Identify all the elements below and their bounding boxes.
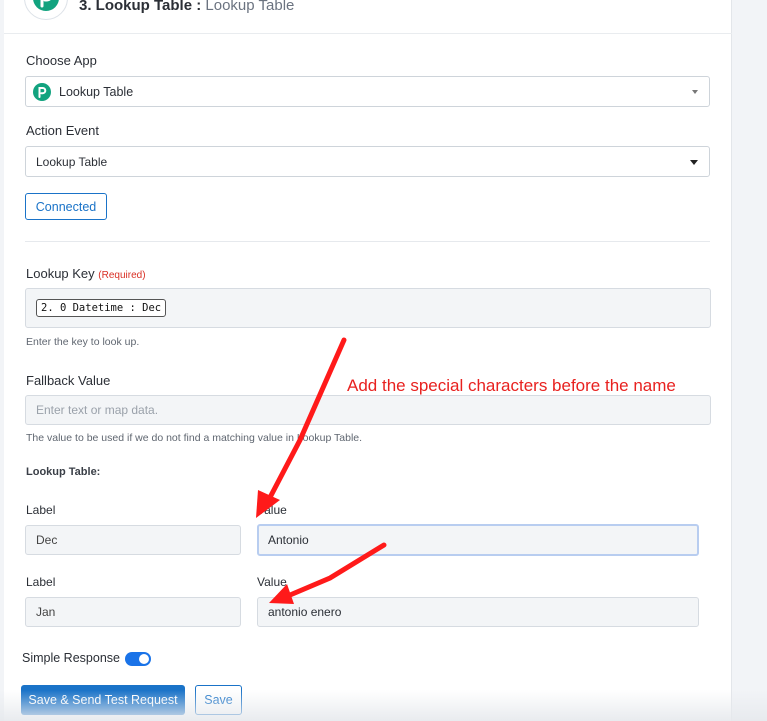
annotation-text: Add the special characters before the na… [347, 376, 676, 395]
row-label-caption: Label [26, 575, 56, 589]
lookup-row-label-input[interactable]: Jan [25, 597, 241, 627]
choose-app-select[interactable]: Lookup Table [25, 76, 710, 107]
lookup-row-value-input[interactable]: Antonio [257, 524, 699, 556]
row-value-caption: Value [257, 575, 287, 589]
fallback-value-hint: The value to be used if we do not find a… [26, 432, 363, 444]
fallback-value-label: Fallback Value [26, 373, 111, 388]
row-label-caption: Label [26, 503, 56, 517]
lookup-key-label: Lookup Key (Required) [26, 266, 146, 281]
chevron-down-icon [690, 159, 698, 165]
lookup-table-app-icon [33, 83, 51, 101]
step-subtitle: Lookup Table [205, 0, 295, 14]
save-button[interactable]: Save [195, 685, 242, 715]
lookup-key-hint: Enter the key to look up. [26, 336, 140, 348]
lookup-row-label-input[interactable]: Dec [25, 525, 241, 555]
required-badge: (Required) [98, 270, 146, 281]
chevron-down-icon [692, 89, 698, 94]
simple-response-toggle[interactable] [125, 652, 151, 666]
step-card: 3. Lookup Table : Lookup Table Choose Ap… [4, 0, 732, 721]
choose-app-label: Choose App [26, 53, 97, 68]
lookup-table-title: Lookup Table: [26, 466, 101, 478]
action-event-value: Lookup Table [36, 154, 108, 169]
connected-button[interactable]: Connected [25, 193, 107, 220]
pabbly-logo-icon [24, 0, 68, 20]
save-and-send-test-request-button[interactable]: Save & Send Test Request [21, 685, 185, 715]
step-title: 3. Lookup Table : Lookup Table [79, 0, 294, 14]
simple-response-label: Simple Response [22, 651, 120, 665]
lookup-key-field[interactable]: 2. 0 Datetime : Dec [25, 288, 711, 328]
choose-app-value: Lookup Table [59, 84, 134, 99]
fallback-value-input[interactable]: Enter text or map data. [25, 395, 711, 425]
divider [25, 241, 710, 242]
action-event-label: Action Event [26, 123, 99, 138]
step-header: 3. Lookup Table : Lookup Table [4, 0, 732, 34]
row-value-caption: Value [257, 503, 287, 517]
action-event-select[interactable]: Lookup Table [25, 146, 710, 177]
lookup-row-value-input[interactable]: antonio enero [257, 597, 699, 627]
mapped-token-chip[interactable]: 2. 0 Datetime : Dec [36, 299, 167, 317]
